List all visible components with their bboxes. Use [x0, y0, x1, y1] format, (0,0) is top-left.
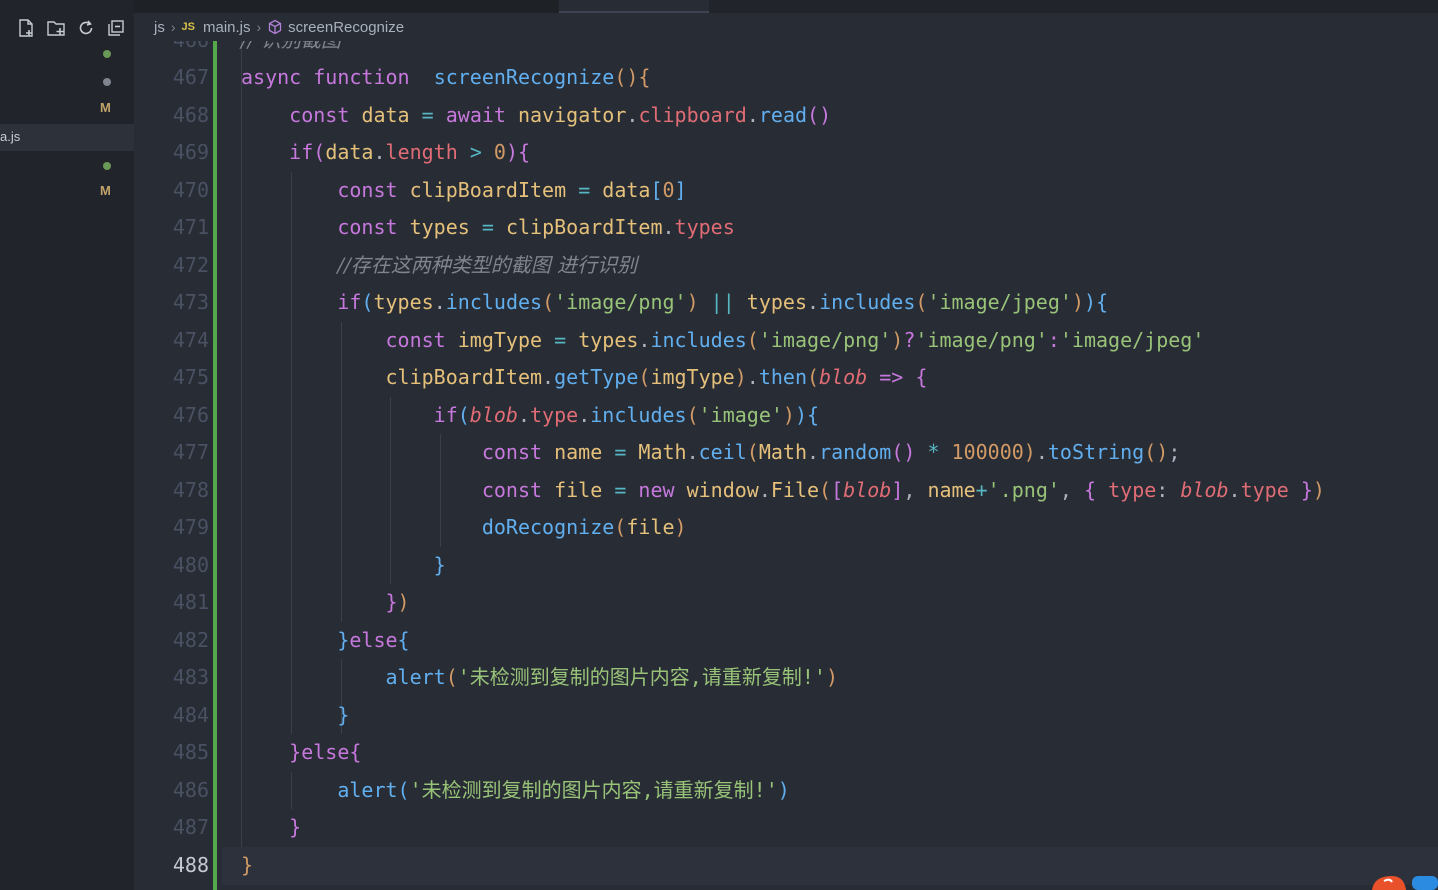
line-number: 484: [172, 703, 209, 727]
editor-tab-strip: [0, 0, 1438, 13]
line-number: 469: [172, 140, 209, 164]
sidebar-file-row[interactable]: [0, 68, 134, 95]
code-line: doRecognize(file): [481, 515, 687, 539]
code-line: const clipBoardItem = data[0]: [337, 178, 687, 202]
line-number: 476: [172, 403, 209, 427]
git-status-dot: [103, 78, 111, 86]
line-number: 478: [172, 478, 209, 502]
sidebar-file-row[interactable]: M: [0, 96, 134, 123]
new-folder-icon[interactable]: [46, 18, 66, 38]
code-line-current: }: [241, 853, 254, 877]
line-number: 475: [172, 365, 209, 389]
symbol-method-icon: [267, 19, 283, 35]
code-line: if(types.includes('image/png') || types.…: [337, 290, 1109, 314]
code-line: }: [289, 815, 302, 839]
sidebar-file-row[interactable]: [0, 152, 134, 179]
ime-sogou-icon[interactable]: [1370, 872, 1438, 890]
code-line: const types = clipBoardItem.types: [337, 215, 735, 239]
line-number: 485: [172, 740, 209, 764]
line-number: 483: [172, 665, 209, 689]
line-number: 473: [172, 290, 209, 314]
line-number: 486: [172, 778, 209, 802]
line-number: 479: [172, 515, 209, 539]
code-line: const file = new window.File([blob], nam…: [481, 478, 1325, 502]
git-modified-badge: M: [100, 100, 111, 115]
code-comment: // 识别截图: [241, 41, 341, 52]
refresh-icon[interactable]: [76, 18, 96, 38]
sidebar-file-row[interactable]: a.js: [0, 124, 134, 151]
sidebar-file-row[interactable]: [0, 40, 134, 67]
breadcrumb: js › JS main.js › screenRecognize: [134, 13, 1438, 41]
active-tab[interactable]: [559, 0, 709, 13]
code-line: async function screenRecognize(){: [241, 65, 651, 89]
collapse-all-icon[interactable]: [106, 18, 126, 38]
code-line: clipBoardItem.getType(imgType).then(blob…: [385, 365, 928, 389]
code-line: }else{: [337, 628, 410, 652]
breadcrumb-file[interactable]: main.js: [203, 19, 251, 36]
breadcrumb-folder[interactable]: js: [154, 19, 165, 36]
code-line: alert('未检测到复制的图片内容,请重新复制!'): [385, 665, 838, 689]
line-number-gutter: 466 467 468 469 470 471 472 473 474 475 …: [134, 41, 222, 890]
explorer-sidebar: M a.js M: [0, 13, 134, 890]
code-line: }: [337, 703, 350, 727]
sidebar-file-row[interactable]: M: [0, 179, 134, 206]
explorer-toolbar: [0, 13, 134, 43]
code-line: }else{: [289, 740, 362, 764]
line-number: 467: [172, 65, 209, 89]
code-line: //存在这两种类型的截图 进行识别: [337, 253, 638, 277]
chevron-right-icon: ›: [170, 19, 176, 35]
line-number: 481: [172, 590, 209, 614]
code-line: // 识别截图: [241, 41, 341, 60]
code-editor[interactable]: 466 467 468 469 470 471 472 473 474 475 …: [134, 41, 1438, 890]
line-number: 471: [172, 215, 209, 239]
line-number: 472: [172, 253, 209, 277]
code-line: if(data.length > 0){: [289, 140, 531, 164]
js-file-icon: JS: [181, 21, 195, 33]
code-line: }: [433, 553, 446, 577]
line-number: 468: [172, 103, 209, 127]
breadcrumb-symbol[interactable]: screenRecognize: [288, 19, 404, 36]
git-modified-badge: M: [100, 183, 111, 198]
line-number: 487: [172, 815, 209, 839]
line-number-current: 488: [172, 853, 209, 877]
code-line: alert('未检测到复制的图片内容,请重新复制!'): [337, 778, 790, 802]
git-status-dot: [103, 162, 111, 170]
line-number: 480: [172, 553, 209, 577]
inactive-tab[interactable]: [134, 0, 558, 13]
git-modified-gutter-bar: [213, 41, 217, 890]
code-line: const name = Math.ceil(Math.random() * 1…: [481, 440, 1181, 464]
code-line: }): [385, 590, 410, 614]
line-number: 482: [172, 628, 209, 652]
line-number: 477: [172, 440, 209, 464]
line-number: 466: [134, 41, 209, 60]
code-line: const data = await navigator.clipboard.r…: [289, 103, 832, 127]
code-line: const imgType = types.includes('image/pn…: [385, 328, 1205, 352]
line-number: 474: [172, 328, 209, 352]
git-status-dot: [103, 50, 111, 58]
line-number: 470: [172, 178, 209, 202]
code-line: if(blob.type.includes('image')){: [433, 403, 820, 427]
file-name: a.js: [0, 129, 21, 144]
new-file-icon[interactable]: [16, 18, 36, 38]
chevron-right-icon: ›: [256, 19, 262, 35]
code-area[interactable]: // 识别截图 async function screenRecognize()…: [241, 41, 1438, 890]
